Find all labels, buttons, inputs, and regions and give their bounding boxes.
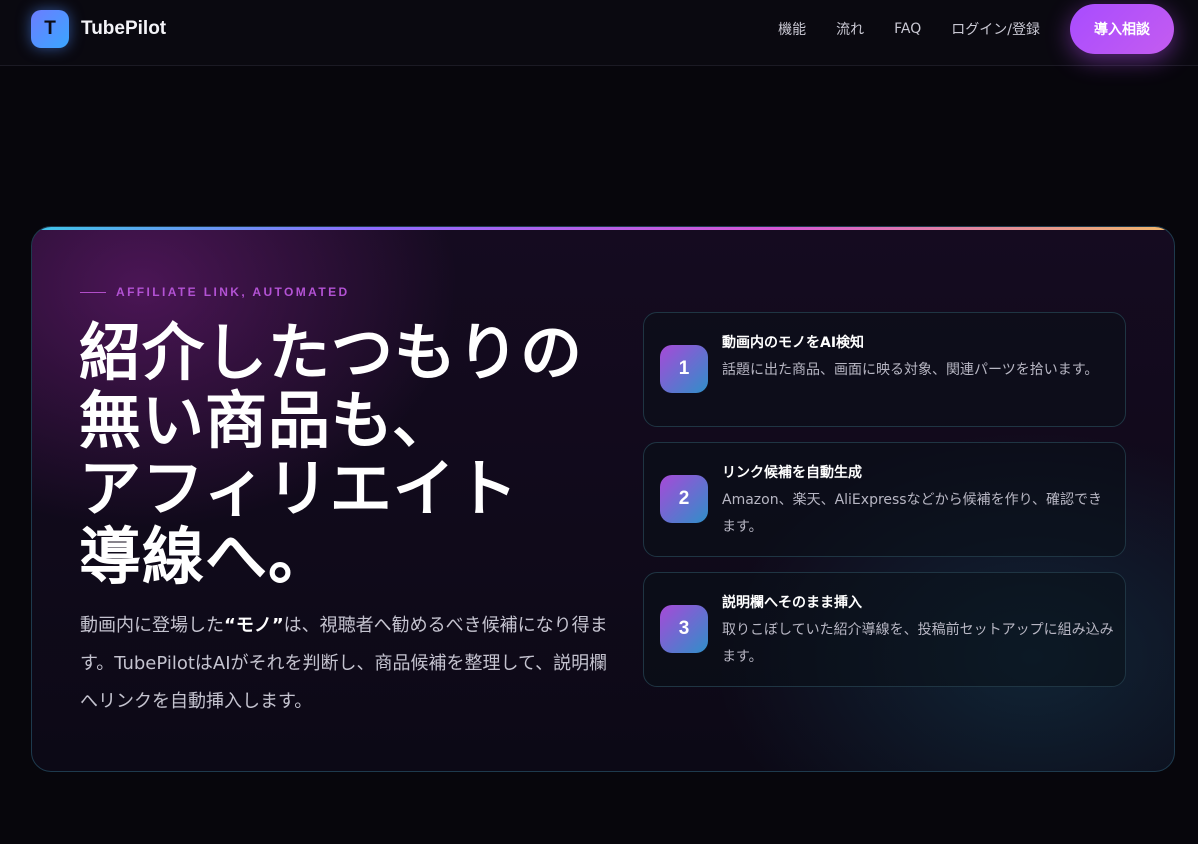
- site-header: T TubePilot 機能 流れ FAQ ログイン/登録 導入相談: [0, 0, 1198, 66]
- lead-before: 動画内に登場した: [80, 615, 224, 636]
- brand-logo[interactable]: T TubePilot: [31, 10, 166, 48]
- step-description: 取りこぼしていた紹介導線を、投稿前セットアップに組み込みます。: [722, 622, 1114, 665]
- eyebrow-dash: [80, 291, 106, 293]
- eyebrow-text: AFFILIATE LINK, AUTOMATED: [116, 285, 350, 299]
- headline-line-2: 無い商品も、: [79, 384, 456, 457]
- lead-emphasis: “モノ”: [224, 615, 284, 636]
- step-number-badge: 1: [660, 345, 708, 393]
- step-card-2: 2 リンク候補を自動生成 Amazon、楽天、AliExpressなどから候補を…: [643, 442, 1126, 557]
- main-nav: 機能 流れ FAQ ログイン/登録 導入相談: [778, 4, 1174, 54]
- hero-eyebrow: AFFILIATE LINK, AUTOMATED: [80, 285, 350, 299]
- hero-headline: 紹介したつもりの 無い商品も、 アフィリエイト 導線へ。: [79, 319, 639, 591]
- step-description: 話題に出た商品、画面に映る対象、関連パーツを拾います。: [722, 362, 1099, 378]
- step-number-badge: 2: [660, 475, 708, 523]
- brand-name: TubePilot: [81, 18, 167, 39]
- nav-link-flow[interactable]: 流れ: [836, 19, 864, 39]
- nav-link-features[interactable]: 機能: [778, 19, 806, 39]
- step-title: 動画内のモノをAI検知: [722, 335, 865, 351]
- headline-line-1: 紹介したつもりの: [79, 316, 584, 389]
- step-card-3: 3 説明欄へそのまま挿入 取りこぼしていた紹介導線を、投稿前セットアップに組み込…: [643, 572, 1126, 687]
- consultation-button[interactable]: 導入相談: [1070, 4, 1174, 54]
- step-card-1: 1 動画内のモノをAI検知 話題に出た商品、画面に映る対象、関連パーツを拾います…: [643, 312, 1126, 427]
- step-number-badge: 3: [660, 605, 708, 653]
- hero-card: AFFILIATE LINK, AUTOMATED 紹介したつもりの 無い商品も…: [31, 226, 1175, 772]
- hero-gradient-line: [32, 227, 1174, 230]
- headline-line-4: 導線へ。: [79, 520, 332, 593]
- step-title: 説明欄へそのまま挿入: [722, 595, 862, 611]
- nav-link-faq[interactable]: FAQ: [894, 21, 921, 37]
- step-description: Amazon、楽天、AliExpressなどから候補を作り、確認できます。: [722, 492, 1103, 535]
- hero-lead: 動画内に登場した“モノ”は、視聴者へ勧めるべき候補になり得ます。TubePilo…: [80, 607, 620, 721]
- feature-steps: 1 動画内のモノをAI検知 話題に出た商品、画面に映る対象、関連パーツを拾います…: [643, 312, 1126, 702]
- logo-mark-icon: T: [31, 10, 69, 48]
- nav-link-login[interactable]: ログイン/登録: [951, 19, 1040, 39]
- headline-line-3: アフィリエイト: [79, 452, 519, 525]
- step-title: リンク候補を自動生成: [722, 465, 862, 481]
